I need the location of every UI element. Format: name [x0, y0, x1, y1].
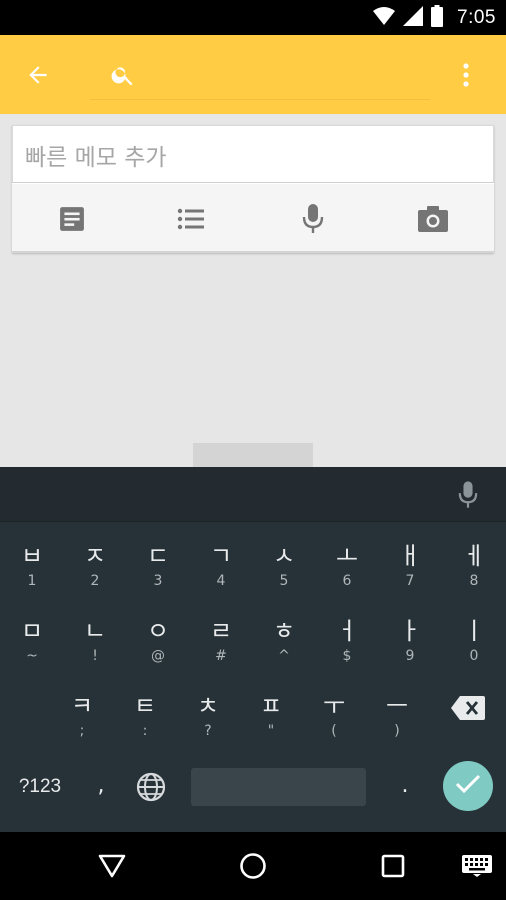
- quick-note-card: 빠른 메모 추가: [12, 125, 494, 253]
- back-arrow-icon[interactable]: [18, 55, 58, 95]
- key-d[interactable]: ㄷ3: [132, 535, 184, 603]
- key-i[interactable]: ㅣ0: [448, 610, 500, 678]
- app-bar: [0, 35, 506, 114]
- key-eu[interactable]: ㅡ): [371, 685, 423, 753]
- notes-content: 빠른 메모 추가: [0, 114, 506, 467]
- enter-check-button[interactable]: [443, 761, 493, 811]
- key-k[interactable]: ㅋ;: [56, 685, 108, 753]
- keyboard: ㅂ1 ㅈ2 ㄷ3 ㄱ4 ㅅ5 ㅗ6 ㅐ7 ㅔ8 ㅁ ~ ㄴ! ㅇ @ ㄹ # ㅎ ^ ㅓ…: [0, 467, 506, 832]
- keyboard-suggestion-bar: [0, 467, 506, 522]
- status-time: 7:05: [457, 7, 496, 28]
- key-o[interactable]: ㅗ6: [321, 535, 373, 603]
- list-icon[interactable]: [171, 199, 211, 239]
- key-s[interactable]: ㅅ5: [258, 535, 310, 603]
- keyboard-bottom-row: ?123 , .: [0, 757, 506, 817]
- drag-handle[interactable]: [193, 443, 313, 467]
- check-icon: [455, 774, 481, 798]
- key-a[interactable]: ㅏ9: [384, 610, 436, 678]
- keyboard-mic-icon[interactable]: [454, 479, 482, 511]
- comma-key[interactable]: ,: [88, 767, 114, 807]
- key-b[interactable]: ㅂ1: [6, 535, 58, 603]
- space-key[interactable]: [191, 768, 366, 806]
- key-m[interactable]: ㅁ ~: [6, 610, 58, 678]
- quick-note-input[interactable]: 빠른 메모 추가: [12, 125, 494, 183]
- signal-icon: [403, 6, 424, 30]
- more-vert-icon[interactable]: [450, 55, 482, 95]
- home-circle-icon[interactable]: [233, 846, 273, 886]
- key-g[interactable]: ㄱ4: [195, 535, 247, 603]
- key-n[interactable]: ㄴ!: [69, 610, 121, 678]
- status-bar: 7:05: [0, 0, 506, 35]
- search-icon[interactable]: [105, 57, 141, 93]
- status-icons: 7:05: [373, 5, 496, 31]
- note-actions-bar: [12, 184, 494, 253]
- camera-icon[interactable]: [413, 199, 453, 239]
- keyboard-icon[interactable]: [457, 846, 497, 886]
- note-text-icon[interactable]: [52, 199, 92, 239]
- recents-square-icon[interactable]: [373, 846, 413, 886]
- symbols-key[interactable]: ?123: [10, 767, 70, 807]
- mic-icon[interactable]: [293, 199, 333, 239]
- key-e[interactable]: ㅔ8: [448, 535, 500, 603]
- search-field-underline[interactable]: [90, 99, 430, 100]
- key-p[interactable]: ㅍ ": [245, 685, 297, 753]
- wifi-icon: [373, 7, 396, 29]
- key-h[interactable]: ㅎ ^: [258, 610, 310, 678]
- battery-icon: [431, 5, 444, 31]
- key-ae[interactable]: ㅐ7: [384, 535, 436, 603]
- language-globe-icon[interactable]: [131, 769, 171, 805]
- key-ch[interactable]: ㅊ?: [182, 685, 234, 753]
- back-triangle-icon[interactable]: [92, 846, 132, 886]
- key-t[interactable]: ㅌ:: [119, 685, 171, 753]
- key-r[interactable]: ㄹ #: [195, 610, 247, 678]
- key-ng[interactable]: ㅇ @: [132, 610, 184, 678]
- key-u[interactable]: ㅜ(: [308, 685, 360, 753]
- key-eo[interactable]: ㅓ $: [321, 610, 373, 678]
- system-nav-bar: [0, 832, 506, 900]
- key-j[interactable]: ㅈ2: [69, 535, 121, 603]
- backspace-key[interactable]: [442, 685, 494, 735]
- period-key[interactable]: .: [390, 767, 420, 807]
- backspace-icon: [451, 696, 485, 724]
